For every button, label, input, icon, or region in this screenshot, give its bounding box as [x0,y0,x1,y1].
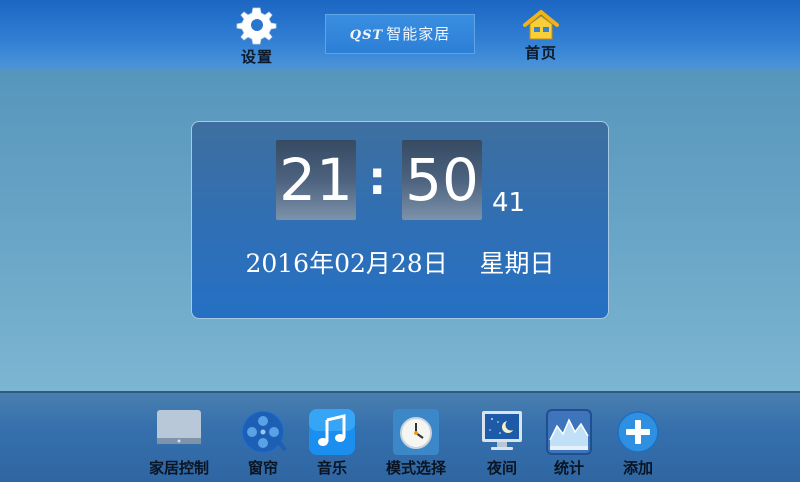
dock-item-music[interactable]: 音乐 [292,408,372,478]
chart-icon [546,409,592,455]
bottom-dock: 家居控制 窗帘 音乐 模式选择 夜间 统计 添加 [0,391,800,482]
dock-item-curtain[interactable]: 窗帘 [223,408,303,478]
film-reel-icon [242,411,287,453]
clock-hours: 21 [276,140,356,220]
top-bar: 设置 QST 智能家居 首页 [0,0,800,70]
night-moon-icon [482,411,522,450]
dock-label: 添加 [622,459,653,477]
date-weekday: 2016年02月28日 星期日 [245,249,555,278]
settings-button[interactable]: 设置 [222,4,292,67]
brand-prefix: QST [349,28,384,43]
dock-label: 模式选择 [385,459,446,477]
music-note-icon [309,409,355,455]
home-label: 首页 [524,44,557,62]
gear-icon [236,7,277,45]
dock-item-add[interactable]: 添加 [598,408,678,478]
dock-item-mode-select[interactable]: 模式选择 [376,408,456,478]
plus-icon [617,411,659,453]
home-button[interactable]: 首页 [506,8,576,63]
settings-label: 设置 [240,48,273,66]
clock-icon [393,409,439,455]
dock-label: 音乐 [316,459,347,477]
dock-item-home-control[interactable]: 家居控制 [139,408,219,478]
clock-colon: : [368,151,387,205]
house-icon [523,10,559,40]
brand-logo: QST 智能家居 [325,14,475,54]
dock-label: 窗帘 [247,459,278,477]
dock-label: 家居控制 [148,459,209,477]
clock-panel: 21 : 50 41 2016年02月28日 星期日 [191,121,609,319]
brand-name: 智能家居 [386,25,451,43]
dock-label: 统计 [553,459,584,477]
dock-item-statistics[interactable]: 统计 [529,408,609,478]
monitor-icon [157,410,201,444]
clock-minutes: 50 [402,140,482,220]
clock-seconds: 41 [492,188,526,218]
